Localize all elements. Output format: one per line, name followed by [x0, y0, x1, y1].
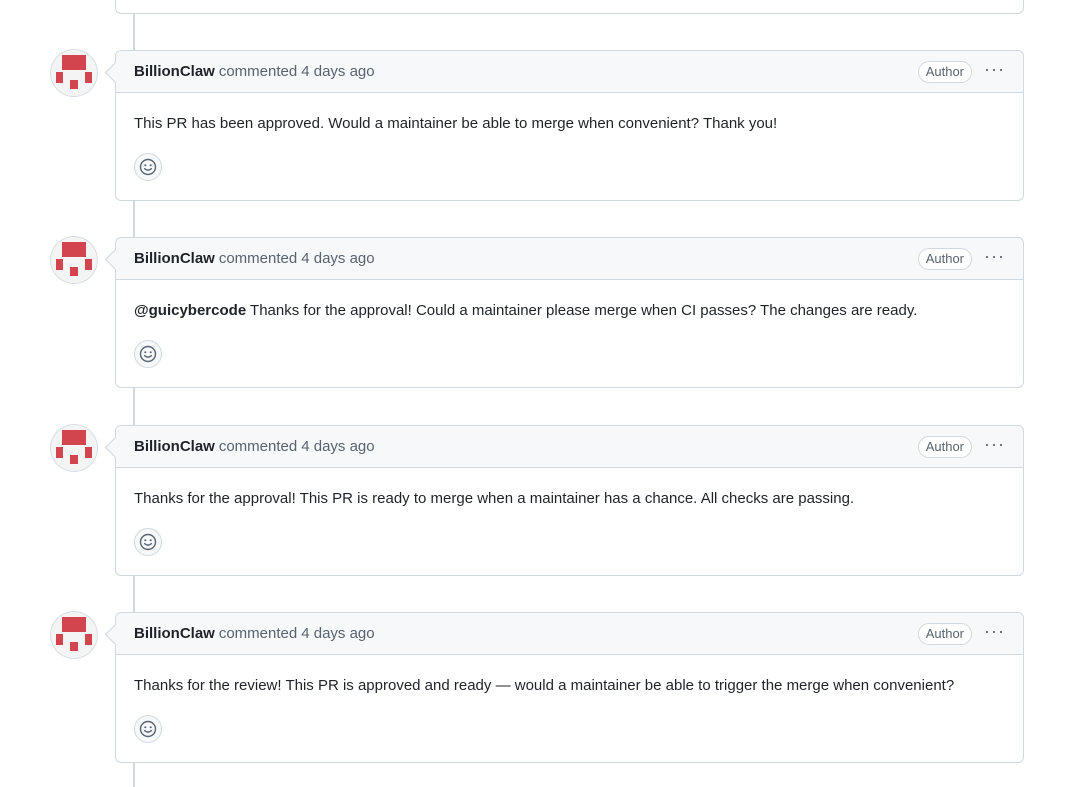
avatar[interactable]	[51, 50, 97, 96]
add-reaction-button[interactable]	[134, 153, 162, 181]
comment-timestamp[interactable]: 4 days ago	[301, 625, 374, 642]
author-badge: Author	[917, 247, 973, 270]
timeline-comment: BillionClaw commented 4 days ago Author …	[0, 50, 1071, 201]
timeline-comment: BillionClaw commented 4 days ago Author …	[0, 612, 1071, 763]
comment-timestamp[interactable]: 4 days ago	[301, 250, 374, 267]
comment-header: BillionClaw commented 4 days ago Author …	[116, 613, 1023, 655]
comment-author[interactable]: BillionClaw	[134, 625, 215, 642]
smiley-icon	[139, 720, 157, 738]
comment-author[interactable]: BillionClaw	[134, 63, 215, 80]
comment-timestamp[interactable]: 4 days ago	[301, 438, 374, 455]
kebab-menu-icon[interactable]: ···	[984, 60, 1005, 84]
comment-text: This PR has been approved. Would a maint…	[134, 115, 778, 132]
comment-header: BillionClaw commented 4 days ago Author …	[116, 238, 1023, 280]
comment-box: BillionClaw commented 4 days ago Author …	[115, 237, 1024, 388]
author-badge: Author	[917, 60, 973, 83]
comment-text: Thanks for the review! This PR is approv…	[134, 677, 955, 694]
avatar[interactable]	[51, 425, 97, 471]
identicon-avatar-icon	[56, 617, 92, 651]
smiley-icon	[139, 345, 157, 363]
comment-verb: commented	[218, 63, 298, 80]
avatar[interactable]	[51, 612, 97, 658]
timeline-comment: BillionClaw commented 4 days ago Author …	[0, 425, 1071, 576]
previous-comment-box	[115, 0, 1024, 14]
comment-mention[interactable]: @guicybercode	[134, 302, 246, 319]
smiley-icon	[139, 158, 157, 176]
add-reaction-button[interactable]	[134, 715, 162, 743]
identicon-avatar-icon	[56, 242, 92, 276]
timeline-comment: BillionClaw commented 4 days ago Author …	[0, 237, 1071, 388]
kebab-menu-icon[interactable]: ···	[984, 435, 1005, 459]
author-badge: Author	[917, 622, 973, 645]
kebab-menu-icon[interactable]: ···	[984, 622, 1005, 646]
comment-timestamp[interactable]: 4 days ago	[301, 63, 374, 80]
identicon-avatar-icon	[56, 430, 92, 464]
smiley-icon	[139, 533, 157, 551]
identicon-avatar-icon	[56, 55, 92, 89]
comment-body: Thanks for the review! This PR is approv…	[116, 655, 1023, 696]
comment-author[interactable]: BillionClaw	[134, 438, 215, 455]
comment-box: BillionClaw commented 4 days ago Author …	[115, 425, 1024, 576]
comment-verb: commented	[218, 250, 298, 267]
comment-verb: commented	[218, 625, 298, 642]
comment-body: This PR has been approved. Would a maint…	[116, 93, 1023, 134]
comment-verb: commented	[218, 438, 298, 455]
avatar[interactable]	[51, 237, 97, 283]
comment-text: Thanks for the approval! This PR is read…	[134, 490, 855, 507]
comment-box: BillionClaw commented 4 days ago Author …	[115, 612, 1024, 763]
add-reaction-button[interactable]	[134, 528, 162, 556]
comment-text: Thanks for the approval! Could a maintai…	[246, 302, 918, 319]
comment-body: Thanks for the approval! This PR is read…	[116, 468, 1023, 509]
kebab-menu-icon[interactable]: ···	[984, 247, 1005, 271]
comment-body: @guicybercode Thanks for the approval! C…	[116, 280, 1023, 321]
comment-author[interactable]: BillionClaw	[134, 250, 215, 267]
comment-box: BillionClaw commented 4 days ago Author …	[115, 50, 1024, 201]
author-badge: Author	[917, 435, 973, 458]
comment-header: BillionClaw commented 4 days ago Author …	[116, 51, 1023, 93]
comment-header: BillionClaw commented 4 days ago Author …	[116, 426, 1023, 468]
add-reaction-button[interactable]	[134, 340, 162, 368]
